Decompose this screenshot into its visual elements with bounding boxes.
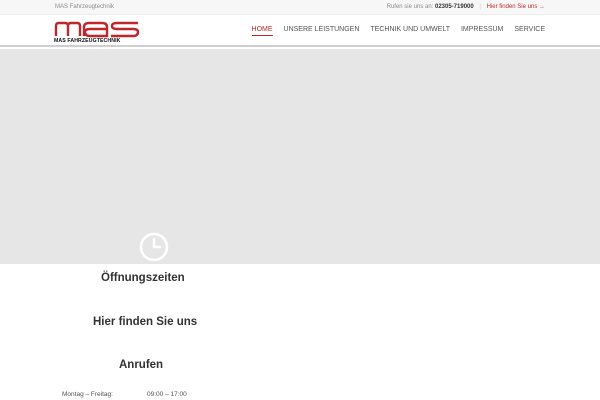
find-us-title: Hier finden Sie uns <box>93 316 198 328</box>
phone-number[interactable]: 02305-719000 <box>435 4 474 10</box>
divider: | <box>479 4 481 10</box>
hours-time: 09:00 – 17:00 <box>147 391 187 398</box>
nav-item-leistungen[interactable]: UNSERE LEISTUNGEN <box>284 26 360 36</box>
logo[interactable]: MAS FAHRZEUGTECHNIK <box>54 21 140 45</box>
nav-item-impressum[interactable]: IMPRESSUM <box>461 26 503 36</box>
top-bar: MAS Fahrzeugtechnik Rufen sie uns an: 02… <box>0 0 600 15</box>
call-title: Anrufen <box>119 359 164 371</box>
find-us-link[interactable]: Hier finden Sie uns → <box>487 4 545 10</box>
nav-item-service[interactable]: SERVICE <box>514 26 545 36</box>
hours-day: Montag – Freitag: <box>62 391 113 398</box>
opening-hours-title: Öffnungszeiten <box>101 272 185 284</box>
nav-item-home[interactable]: HOME <box>251 26 273 36</box>
site-header: MAS FAHRZEUGTECHNIK HOME UNSERE LEISTUNG… <box>0 15 600 47</box>
clock-icon <box>138 231 170 263</box>
main-nav: HOME UNSERE LEISTUNGEN TECHNIK UND UMWEL… <box>251 26 545 36</box>
logo-text: MAS FAHRZEUGTECHNIK <box>54 38 121 44</box>
nav-item-technik-umwelt[interactable]: TECHNIK UND UMWELT <box>370 26 450 36</box>
contact-info: Rufen sie uns an: 02305-719000 | Hier fi… <box>387 4 545 10</box>
call-label: Rufen sie uns an: <box>386 4 434 10</box>
hero-banner <box>0 49 600 264</box>
logo-mark-icon <box>54 21 140 38</box>
site-name: MAS Fahrzeugtechnik <box>55 4 115 10</box>
